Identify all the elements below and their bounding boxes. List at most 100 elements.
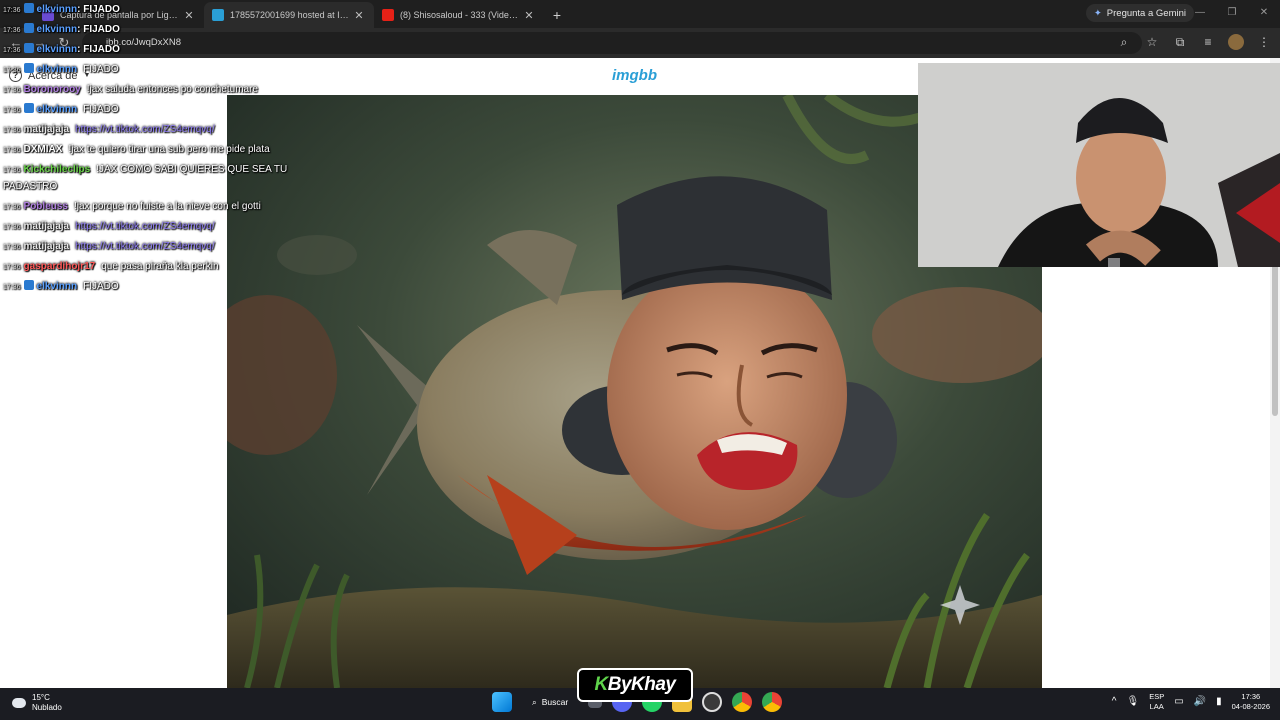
tab-close-icon[interactable]: ✕ [352,9,366,22]
kbykhay-watermark: KByKhay [577,668,693,702]
chat-text: que pasa piraña kla perkin [101,261,219,272]
taskbar-search[interactable]: ⌕ Buscar [522,692,578,712]
profile-icon[interactable] [1228,34,1244,50]
obs-icon[interactable] [702,692,723,712]
chat-text: : FIJADO [77,24,120,35]
volume-icon[interactable]: 🔊 [1194,697,1206,707]
kick-badge-icon [23,43,34,53]
chat-username[interactable]: elkvinnn [37,4,78,15]
tab-title: 1785572001699 hosted at ImgBB [230,10,352,20]
chat-username[interactable]: matijajaja [24,221,70,232]
weather-widget[interactable]: 15°C Nublado [12,693,62,713]
media-icon[interactable]: ≡ [1200,34,1216,50]
chat-message: 17:36 Pobleuss !jax porque no fuiste a la … [3,200,261,214]
chat-message: 17:36 matijajaja https://vt.tiktok.com/ZS4… [3,240,215,254]
clock-time: 17:36 [1241,692,1261,701]
chat-message: 17:36 elkvinnn: FIJADO [3,3,120,17]
chat-text: FIJADO [83,281,119,292]
network-icon[interactable]: ▭ [1174,697,1183,707]
taskbar-search-label: Buscar [541,697,569,707]
chat-timestamp: 17:36 [3,284,21,291]
chat-username[interactable]: elkvinnn [37,64,78,75]
chat-username[interactable]: gaspardihojr17 [24,261,96,272]
kick-badge-icon [23,103,34,113]
chat-message: 17:36 Kickchileclips !JAX COMO SABI QUIERE… [3,163,287,177]
cloud-icon [12,698,26,708]
tab-close-icon[interactable]: ✕ [522,9,536,22]
weather-desc: Nublado [32,703,62,712]
battery-icon[interactable]: ▮ [1216,697,1222,707]
gemini-button[interactable]: ✦ Pregunta a Gemini [1085,4,1194,22]
close-window-button[interactable]: ✕ [1248,0,1280,26]
chat-username[interactable]: matijajaja [24,124,70,135]
chat-text: : FIJADO [77,44,120,55]
chat-username[interactable]: Kickchileclips [24,164,91,175]
imgbb-favicon-icon [212,9,224,21]
chat-link[interactable]: https://vt.tiktok.com/ZS4emqvq/ [75,124,215,135]
extensions-icon[interactable]: ⧉ [1172,34,1188,50]
chat-username[interactable]: Boronorooy [24,84,81,95]
chat-timestamp: 17:36 [3,107,21,114]
kick-badge-icon [23,3,34,13]
tab-close-icon[interactable]: ✕ [182,9,196,22]
kick-badge-icon [23,63,34,73]
chat-timestamp: 17:36 [3,47,21,54]
chat-username[interactable]: elkvinnn [37,44,78,55]
address-toolbar: ← → ↻ ibb.co/JwqDxXN8 ⌕ ☆ ⧉ ≡ ⋮ [0,28,1280,58]
maximize-button[interactable]: ❐ [1216,0,1248,26]
chat-text: !JAX COMO SABI QUIERES QUE SEA TU [96,164,288,175]
chat-timestamp: 17:36 [3,167,21,174]
chat-username[interactable]: elkvinnn [37,24,78,35]
chat-timestamp: 17:36 [3,67,21,74]
chat-username[interactable]: matijajaja [24,241,70,252]
chat-username[interactable]: elkvinnn [37,281,78,292]
menu-icon[interactable]: ⋮ [1256,34,1272,50]
chat-timestamp: 17:36 [3,87,21,94]
language-indicator[interactable]: ESP LAA [1149,692,1164,712]
tab-title: (8) Shisosaloud - 333 (Video Oficial) [400,10,522,20]
chat-message: 17:36 elkvinnn: FIJADO [3,23,120,37]
clock[interactable]: 17:36 04-08-2026 [1232,692,1270,712]
chat-text: !jax saluda entonces po conchetumare [86,84,258,95]
clock-date: 04-08-2026 [1231,702,1270,711]
search-icon: ⌕ [532,697,537,707]
lang-bottom: LAA [1149,702,1164,711]
window-controls: — ❐ ✕ [1184,0,1280,26]
chat-link[interactable]: https://vt.tiktok.com/ZS4emqvq/ [75,221,215,232]
imgbb-logo[interactable]: imgbb [612,67,657,84]
weather-temp: 15°C [32,693,50,702]
url-bar[interactable]: ibb.co/JwqDxXN8 [82,32,1142,54]
gemini-label: Pregunta a Gemini [1106,7,1186,19]
chat-timestamp: 17:36 [3,264,21,271]
chat-message-continuation: PADASTRO [3,180,57,193]
chat-timestamp: 17:36 [3,27,21,34]
chrome-alt-icon[interactable] [762,692,783,712]
minimize-button[interactable]: — [1184,0,1216,26]
tab-imgbb[interactable]: 1785572001699 hosted at ImgBB ✕ [204,2,374,28]
windows-start-icon[interactable] [492,692,512,712]
toolbar-icons: ⌕ ☆ ⧉ ≡ ⋮ [1116,34,1272,50]
chat-timestamp: 17:36 [3,147,21,154]
chrome-icon[interactable] [732,692,753,712]
zoom-icon[interactable]: ⌕ [1116,34,1132,50]
chat-link[interactable]: https://vt.tiktok.com/ZS4emqvq/ [75,241,215,252]
chat-text: PADASTRO [3,181,58,192]
chat-message: 17:36 elkvinnn FIJADO [3,280,119,294]
chevron-up-icon[interactable]: ^ [1112,697,1117,707]
chat-username[interactable]: DXMIAX [24,144,63,155]
chat-username[interactable]: Pobleuss [24,201,68,212]
chat-message: 17:36 elkvinnn: FIJADO [3,43,120,57]
chat-message: 17:36 matijajaja https://vt.tiktok.com/ZS4… [3,220,215,234]
chat-timestamp: 17:36 [3,204,21,211]
chat-message: 17:36 matijajaja https://vt.tiktok.com/ZS4… [3,123,215,137]
chat-timestamp: 17:36 [3,7,21,14]
kick-badge-icon [23,280,34,290]
tab-youtube[interactable]: (8) Shisosaloud - 333 (Video Oficial) ✕ [374,2,544,28]
new-tab-button[interactable]: + [544,2,570,28]
microphone-icon[interactable]: 🎙 [1126,697,1139,707]
chat-text: !jax porque no fuiste a la nieve con el … [74,201,261,212]
chat-timestamp: 17:36 [3,127,21,134]
chat-username[interactable]: elkvinnn [37,104,78,115]
star-icon[interactable]: ☆ [1144,34,1160,50]
chat-text: FIJADO [83,104,119,115]
